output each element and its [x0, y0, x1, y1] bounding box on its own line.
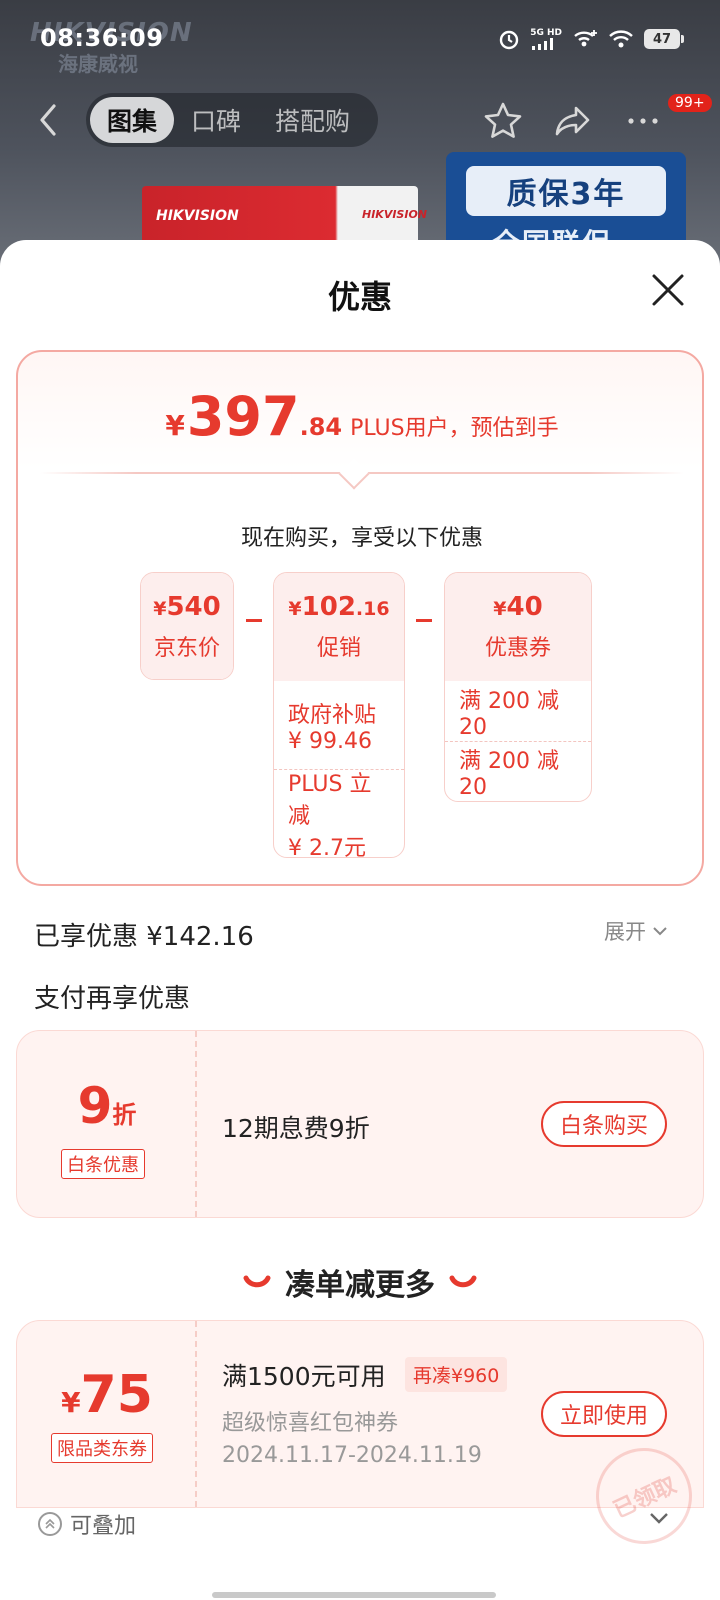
coupon-75-condition: 满1500元可用	[222, 1362, 386, 1391]
jd-price-box: ¥540 京东价	[140, 572, 234, 680]
expand-button[interactable]: 展开	[604, 916, 668, 946]
tab-bundle[interactable]: 搭配购	[258, 97, 367, 143]
coupon-75-amount: ¥75	[17, 1365, 197, 1425]
coupon-currency: ¥	[493, 598, 507, 620]
divider-notch	[338, 458, 370, 490]
promotion-currency: ¥	[288, 598, 302, 620]
tab-gallery[interactable]: 图集	[90, 97, 175, 143]
minus-sign	[246, 619, 262, 622]
price-breakdown-card: ¥ 397 .84 PLUS用户，预估到手 现在购买，享受以下优惠 ¥540 京…	[16, 350, 704, 886]
product-box-brand-side: HIKVISION	[362, 208, 428, 221]
network-type: 5G HD	[530, 27, 562, 38]
promotion-value: 102	[301, 592, 356, 622]
status-icons: 5G HD 47	[498, 26, 684, 52]
jd-price-label: 京东价	[153, 636, 220, 661]
coupon-item: 满 200 减 20	[459, 688, 559, 740]
coupon-item: 满 200 减 20	[445, 741, 591, 801]
jd-price-currency: ¥	[153, 598, 167, 620]
baitiao-tag: 白条优惠	[61, 1149, 145, 1179]
stackable-row[interactable]: 可叠加	[38, 1508, 136, 1540]
signal-indicator: 5G HD	[530, 27, 562, 50]
estimated-price-currency: ¥	[165, 409, 185, 442]
estimated-price: ¥ 397 .84 PLUS用户，预估到手	[18, 390, 706, 444]
coupon-amount: ¥40	[493, 592, 542, 622]
promotion-item-value: ¥ 99.46	[288, 728, 372, 754]
smile-left-icon	[243, 1275, 271, 1288]
coupon-75-validity: 2024.11.17-2024.11.19	[222, 1443, 482, 1468]
promotion-amount: ¥102.16	[288, 592, 389, 622]
baitiao-discount-number: 9	[77, 1077, 113, 1135]
smile-right-icon	[449, 1275, 477, 1288]
coupon-value: 40	[506, 592, 543, 622]
more-discount-title-text: 凑单减更多	[285, 1268, 435, 1303]
buy-now-text: 现在购买，享受以下优惠	[240, 526, 483, 551]
use-now-button[interactable]: 立即使用	[541, 1391, 667, 1437]
estimated-price-label: PLUS用户，预估到手	[350, 416, 559, 441]
sheet-title: 优惠	[327, 278, 392, 316]
baitiao-discount: 9折	[17, 1077, 197, 1135]
wifi-icon	[609, 30, 633, 48]
coupon-75-tag: 限品类东券	[51, 1433, 153, 1463]
battery-indicator: 47	[644, 29, 684, 49]
discount-sheet: 优惠 ¥ 397 .84 PLUS用户，预估到手 现在购买，享受以下优惠 ¥54…	[0, 240, 720, 1600]
promotion-item-value: ¥ 2.7元	[288, 835, 366, 858]
minus-sign	[416, 619, 432, 622]
coupon-head: ¥40 优惠券	[445, 573, 591, 681]
wifi-calling-icon	[574, 30, 597, 47]
jd-price-amount: ¥540	[153, 592, 221, 622]
baitiao-offer-card: 9折 白条优惠 12期息费9折 白条购买	[16, 1030, 704, 1218]
message-count-badge: 99+	[668, 94, 712, 112]
tab-reviews[interactable]: 口碑	[174, 97, 258, 143]
close-icon[interactable]	[648, 270, 688, 310]
product-box-brand: HIKVISION	[156, 208, 239, 224]
promotion-head: ¥102.16 促销	[274, 573, 404, 681]
status-time: 08:36:09	[40, 24, 164, 52]
enjoyed-discount-total: 已享优惠 ¥142.16	[34, 922, 254, 952]
coupon-75-name: 超级惊喜红包神券	[222, 1411, 399, 1436]
jd-price-value: 540	[166, 592, 221, 622]
promotion-item: PLUS 立减 ¥ 2.7元	[274, 769, 404, 857]
stack-arrow-icon	[45, 1518, 55, 1529]
estimated-price-decimal: .84	[299, 413, 343, 441]
promotion-item: 政府补贴 ¥ 99.46	[274, 681, 404, 769]
promotion-item-name: PLUS 立减	[288, 771, 372, 829]
home-indicator	[212, 1592, 496, 1598]
more-icon[interactable]	[622, 100, 664, 142]
warranty-title: 质保3年	[466, 166, 666, 216]
baitiao-discount-unit: 折	[112, 1101, 137, 1129]
expand-label: 展开	[604, 920, 646, 944]
jd-price-head: ¥540 京东价	[141, 573, 233, 679]
promotion-label: 促销	[316, 636, 361, 661]
chevron-down-icon[interactable]	[648, 1510, 670, 1526]
stackable-icon	[38, 1512, 62, 1536]
share-icon[interactable]	[552, 100, 594, 142]
promotion-item-name: 政府补贴	[288, 702, 377, 728]
estimated-price-integer: 397	[186, 385, 300, 448]
back-icon[interactable]	[36, 100, 60, 140]
coupon-label: 优惠券	[484, 636, 551, 661]
brand-logo-cn: 海康威视	[58, 52, 138, 76]
stackable-label: 可叠加	[70, 1514, 137, 1539]
coupon-75-value: 75	[80, 1365, 153, 1425]
star-icon[interactable]	[482, 100, 524, 142]
promotion-box: ¥102.16 促销 政府补贴 ¥ 99.46 PLUS 立减 ¥ 2.7元	[273, 572, 405, 858]
pay-discount-title: 支付再享优惠	[34, 984, 191, 1014]
alarm-icon	[500, 30, 519, 50]
coupon-75-extra-tag: 再凑¥960	[405, 1357, 508, 1392]
coupon-75-currency: ¥	[61, 1386, 81, 1419]
coupon-box: ¥40 优惠券 满 200 减 20 满 200 减 20	[444, 572, 592, 802]
baitiao-description: 12期息费9折	[222, 1114, 370, 1143]
signal-bars-icon	[532, 37, 554, 50]
more-discount-section-title: 凑单减更多	[0, 1260, 720, 1304]
top-tabs: 图集 口碑 搭配购	[86, 93, 378, 147]
baitiao-buy-button[interactable]: 白条购买	[541, 1101, 667, 1147]
promotion-decimal: .16	[355, 598, 390, 620]
chevron-down-icon	[653, 927, 667, 936]
